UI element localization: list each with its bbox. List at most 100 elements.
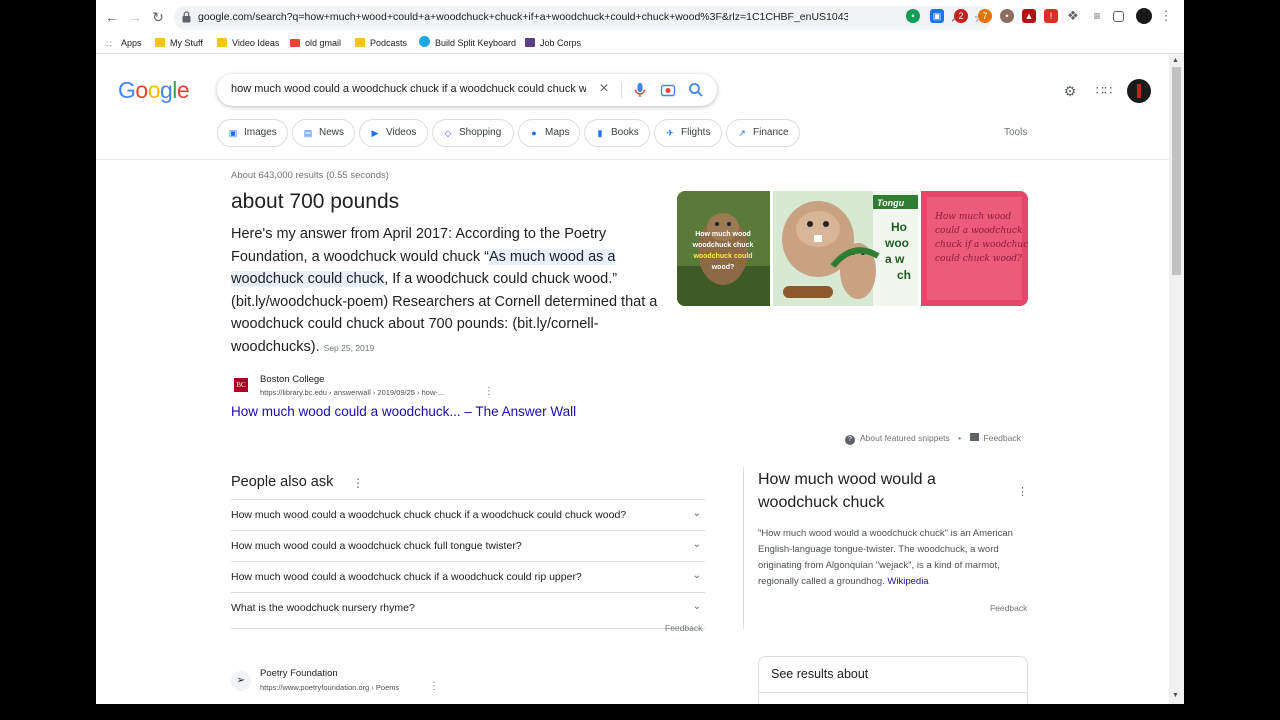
- paa-more-icon[interactable]: ⋮: [352, 476, 364, 490]
- svg-text:wood?: wood?: [711, 264, 735, 271]
- folder-icon: [355, 38, 365, 47]
- knowledge-panel-title: How much wood would a woodchuck chuck: [758, 471, 936, 511]
- see-results-about-panel: See results about: [758, 656, 1028, 704]
- snippet-image-groundhog[interactable]: How much wood woodchuck chuck woodchuck …: [677, 191, 770, 306]
- url-text[interactable]: google.com/search?q=how+much+wood+could+…: [198, 11, 848, 23]
- reload-icon[interactable]: ↻: [149, 8, 167, 26]
- paa-question[interactable]: How much wood could a woodchuck chuck fu…: [231, 530, 705, 561]
- snippet-image-sticky-note[interactable]: How much wood could a woodchuck chuck if…: [921, 191, 1028, 306]
- header-divider: [96, 159, 1184, 160]
- side-panel-icon[interactable]: [1113, 11, 1124, 22]
- apps-grid-icon[interactable]: ∷∷: [1095, 82, 1113, 100]
- chip-books[interactable]: ▮ Books: [584, 119, 650, 147]
- bookmark-video-ideas[interactable]: Video Ideas: [217, 36, 279, 50]
- media-control-icon[interactable]: ≡: [1090, 9, 1104, 23]
- lock-icon: [182, 11, 191, 23]
- extension-red-badge-icon[interactable]: 2: [954, 9, 968, 23]
- scrollbar-thumb[interactable]: [1172, 67, 1181, 275]
- paa-feedback-link[interactable]: Feedback: [665, 623, 702, 633]
- snippet-image-cartoon[interactable]: Tongu Ho woo a w ch: [773, 191, 918, 306]
- extension-orange-badge-icon[interactable]: 7: [978, 9, 992, 23]
- news-icon: ▤: [303, 128, 313, 138]
- more-options-icon[interactable]: ⋮: [429, 681, 439, 692]
- extension-chart-icon[interactable]: ▲: [1022, 9, 1036, 23]
- svg-text:How much wood: How much wood: [934, 212, 1011, 222]
- extension-blue-icon[interactable]: ▣: [930, 9, 944, 23]
- poetry-foundation-favicon: ➢: [231, 671, 251, 691]
- extensions-puzzle-icon[interactable]: ❖: [1066, 9, 1080, 23]
- result-breadcrumb-url[interactable]: https://www.poetryfoundation.org › Poems: [260, 683, 399, 692]
- snippet-feedback-link[interactable]: Feedback: [984, 433, 1021, 443]
- microphone-icon[interactable]: [632, 82, 648, 98]
- paa-question[interactable]: What is the woodchuck nursery rhyme? ⌄: [231, 592, 705, 623]
- chip-images[interactable]: ▣ Images: [217, 119, 288, 147]
- bookmark-old-gmail[interactable]: old gmail: [290, 36, 341, 50]
- svg-text:could a woodchuck: could a woodchuck: [935, 226, 1022, 236]
- chip-maps[interactable]: ● Maps: [518, 119, 580, 147]
- see-results-heading: See results about: [771, 667, 869, 681]
- svg-text:Ho: Ho: [891, 220, 907, 234]
- people-also-ask-heading: People also ask: [231, 474, 334, 490]
- scroll-up-arrow-icon[interactable]: ▲: [1172, 57, 1179, 64]
- google-logo[interactable]: Google: [118, 77, 190, 104]
- extension-pin-icon[interactable]: !: [1044, 9, 1058, 23]
- gmail-icon: [290, 39, 300, 47]
- image-icon: ▣: [228, 128, 238, 138]
- address-bar[interactable]: google.com/search?q=how+much+wood+could+…: [174, 6, 992, 30]
- apps-grid-icon: ∷: [106, 39, 112, 49]
- chip-flights[interactable]: ✈ Flights: [654, 119, 722, 147]
- result-stats: About 643,000 results (0.55 seconds): [231, 170, 389, 181]
- more-options-icon[interactable]: ⋮: [484, 386, 494, 397]
- bookmark-job-corps[interactable]: Job Corps: [525, 36, 581, 50]
- featured-answer: about 700 pounds: [231, 190, 400, 213]
- bookmark-podcasts[interactable]: Podcasts: [355, 36, 407, 50]
- search-input[interactable]: how much wood could a woodchuck chuck if…: [231, 83, 586, 95]
- chip-videos[interactable]: ▶ Videos: [359, 119, 428, 147]
- map-pin-icon: ●: [531, 128, 537, 138]
- separator-dot: •: [958, 433, 962, 443]
- bookmarks-bar: ∷ Apps My Stuff Video Ideas old gmail Pod…: [96, 33, 1184, 54]
- search-icon[interactable]: [688, 82, 704, 98]
- paa-question[interactable]: How much wood could a woodchuck chuck ch…: [231, 499, 705, 530]
- browser-window: ← → ↻ google.com/search?q=how+much+wood+…: [96, 0, 1184, 704]
- feedback-icon: [969, 433, 979, 441]
- back-icon[interactable]: ←: [103, 8, 121, 26]
- snippet-images: How much wood woodchuck chuck woodchuck …: [677, 191, 1028, 306]
- bookmark-my-stuff[interactable]: My Stuff: [155, 36, 203, 50]
- about-featured-snippets-link[interactable]: About featured snippets: [860, 433, 950, 443]
- forward-icon[interactable]: →: [126, 8, 144, 26]
- bookmark-build-split-keyboard[interactable]: Build Split Keyboard: [419, 36, 516, 50]
- chip-shopping[interactable]: ◇ Shopping: [432, 119, 514, 147]
- bookmark-apps[interactable]: ∷ Apps: [106, 36, 142, 50]
- folder-icon: [155, 38, 165, 47]
- paa-question[interactable]: How much wood could a woodchuck chuck if…: [231, 561, 705, 592]
- page-scrollbar[interactable]: ▲ ▼: [1169, 55, 1184, 704]
- scroll-down-arrow-icon[interactable]: ▼: [1172, 692, 1179, 699]
- result-site-name[interactable]: Poetry Foundation: [260, 668, 338, 679]
- extension-green-icon[interactable]: •: [906, 9, 920, 23]
- extension-cookie-icon[interactable]: •: [1000, 9, 1014, 23]
- wikipedia-link[interactable]: Wikipedia: [887, 576, 928, 587]
- svg-text:How much wood: How much wood: [695, 231, 751, 238]
- knowledge-more-icon[interactable]: ⋮: [1017, 485, 1028, 498]
- clear-icon[interactable]: ×: [596, 81, 612, 97]
- knowledge-feedback-link[interactable]: Feedback: [990, 603, 1027, 613]
- settings-gear-icon[interactable]: ⚙: [1061, 82, 1079, 100]
- camera-lens-icon[interactable]: [660, 82, 676, 98]
- chip-news[interactable]: ▤ News: [292, 119, 355, 147]
- svg-text:woodchuck could: woodchuck could: [692, 253, 752, 260]
- source-result-link[interactable]: How much wood could a woodchuck... – The…: [231, 404, 576, 419]
- snippet-footer: ? About featured snippets • Feedback: [845, 433, 1021, 445]
- search-divider: [621, 82, 622, 98]
- chevron-down-icon: ⌄: [692, 539, 701, 550]
- search-box[interactable]: how much wood could a woodchuck chuck if…: [217, 74, 717, 106]
- profile-avatar-icon[interactable]: [1136, 8, 1152, 24]
- chip-finance[interactable]: ↗ Finance: [726, 119, 800, 147]
- browser-menu-icon[interactable]: ⋮: [1159, 9, 1173, 23]
- chevron-down-icon: ⌄: [692, 508, 701, 519]
- svg-text:Tongu: Tongu: [877, 198, 905, 208]
- account-avatar[interactable]: [1127, 79, 1151, 103]
- tools-button[interactable]: Tools: [1004, 127, 1027, 138]
- folder-icon: [217, 38, 227, 47]
- see-results-divider: [759, 692, 1027, 693]
